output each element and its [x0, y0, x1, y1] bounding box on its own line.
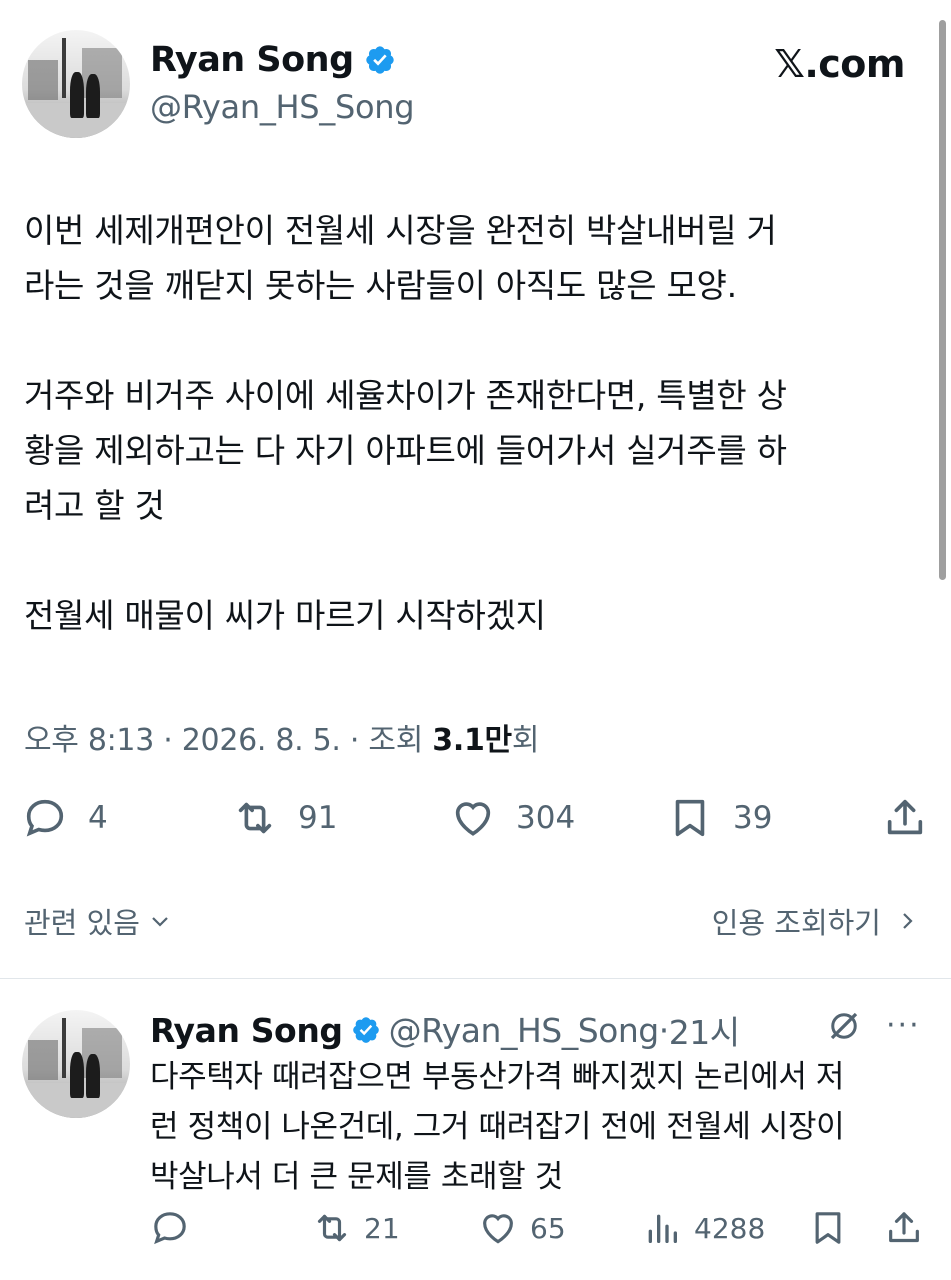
bookmark-icon — [675, 799, 705, 837]
reply-line: 박살나서 더 큰 문제를 초래할 것 — [150, 1159, 563, 1195]
reply-header: Ryan Song @Ryan_HS_Song · 21시 — [150, 1006, 740, 1054]
author-avatar[interactable] — [22, 30, 130, 138]
reply-like-count: 65 — [530, 1211, 566, 1245]
reply-views-count: 4288 — [694, 1211, 766, 1245]
reply-count: 4 — [88, 800, 108, 836]
retweet-button[interactable]: 91 — [232, 795, 337, 841]
share-button[interactable] — [882, 795, 928, 841]
reply-line: 런 정책이 나온건데, 그거 때려잡기 전에 전월세 시장이 — [150, 1109, 845, 1145]
related-label: 관련 있음 — [24, 906, 140, 940]
tweet-text: 이번 세제개편안이 전월세 시장을 완전히 박살내버릴 거 라는 것을 깨닫지 … — [24, 203, 924, 643]
reply-actions: 21 65 4288 — [150, 1208, 930, 1252]
views-label: 조회 — [368, 723, 424, 758]
separator: · — [163, 723, 173, 758]
view-quotes-link[interactable]: 인용 조회하기 — [712, 900, 919, 942]
author-handle[interactable]: @Ryan_HS_Song — [150, 88, 415, 126]
share-icon — [889, 1212, 919, 1243]
tweet-line: 전월세 매물이 씨가 마르기 시작하겠지 — [24, 596, 546, 635]
reply-time[interactable]: 21시 — [669, 1006, 740, 1054]
divider — [0, 978, 951, 979]
quotes-label: 인용 조회하기 — [711, 906, 881, 940]
reply-retweet-count: 21 — [364, 1211, 400, 1245]
share-icon — [887, 799, 923, 835]
views-count: 3.1만 — [432, 723, 512, 758]
like-button[interactable]: 304 — [450, 795, 575, 841]
reply-reply-button[interactable] — [150, 1208, 202, 1248]
scrollbar[interactable] — [939, 20, 946, 580]
retweet-count: 91 — [298, 800, 338, 836]
separator: · — [658, 1010, 670, 1050]
grok-icon[interactable] — [826, 1008, 862, 1044]
reply-author-handle[interactable]: @Ryan_HS_Song — [389, 1011, 660, 1050]
tweet-time[interactable]: 오후 8:13 — [24, 723, 154, 758]
heart-icon — [483, 1214, 513, 1244]
heart-icon — [455, 802, 491, 836]
reply-icon — [26, 799, 64, 837]
views-suffix: 회 — [511, 723, 540, 758]
tweet-line: 라는 것을 깨닫지 못하는 사람들이 아직도 많은 모양. — [24, 266, 737, 305]
more-options-button[interactable]: ··· — [886, 1008, 921, 1043]
reply-like-button[interactable]: 65 — [478, 1208, 566, 1248]
retweet-icon — [317, 1214, 347, 1242]
chevron-down-icon — [152, 917, 168, 927]
reply-button[interactable]: 4 — [22, 795, 108, 841]
author-name-text[interactable]: Ryan Song — [150, 40, 354, 80]
verified-badge-icon — [352, 1017, 379, 1043]
tweet-actions: 4 91 304 39 — [22, 795, 932, 851]
retweet-icon — [238, 802, 272, 834]
reply-share-button[interactable] — [884, 1208, 924, 1248]
reply-retweet-button[interactable]: 21 — [312, 1208, 400, 1248]
bookmark-icon — [815, 1212, 841, 1244]
views-chart-icon — [648, 1214, 677, 1243]
separator: · — [349, 723, 360, 758]
tweet-meta: 오후 8:13 · 2026. 8. 5. · 조회 3.1만회 — [24, 715, 539, 759]
bookmark-count: 39 — [733, 800, 773, 836]
reply-text: 다주택자 때려잡으면 부동산가격 빠지겠지 논리에서 저 런 정책이 나온건데,… — [150, 1052, 920, 1202]
author-name[interactable]: Ryan Song — [150, 40, 396, 80]
reply-line: 다주택자 때려잡으면 부동산가격 빠지겠지 논리에서 저 — [150, 1059, 845, 1095]
like-count: 304 — [516, 800, 576, 836]
verified-badge-icon — [365, 46, 394, 74]
reply-author-name[interactable]: Ryan Song — [150, 1011, 343, 1050]
tweet-line: 이번 세제개편안이 전월세 시장을 완전히 박살내버릴 거 — [24, 211, 777, 250]
bookmark-button[interactable]: 39 — [667, 795, 772, 841]
reply-author-avatar[interactable] — [22, 1010, 130, 1118]
tweet-line: 황을 제외하고는 다 자기 아파트에 들어가서 실거주를 하 — [24, 431, 787, 470]
chevron-right-icon — [903, 913, 913, 929]
tweet-line: 려고 할 것 — [24, 486, 165, 525]
reply-views-button[interactable]: 4288 — [642, 1208, 765, 1248]
reply-bookmark-button[interactable] — [808, 1208, 848, 1248]
related-toggle[interactable]: 관련 있음 — [24, 900, 172, 942]
tweet-date[interactable]: 2026. 8. 5. — [182, 723, 341, 758]
tweet-line: 거주와 비거주 사이에 세율차이가 존재한다면, 특별한 상 — [24, 376, 787, 415]
reply-icon — [154, 1212, 186, 1245]
x-logo: 𝕏.com — [774, 42, 905, 86]
